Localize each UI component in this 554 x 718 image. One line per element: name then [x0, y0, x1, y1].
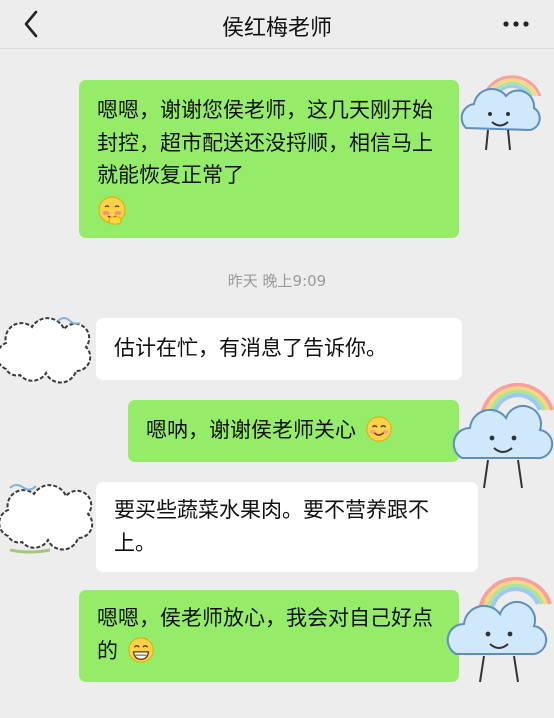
smile-emoji	[366, 416, 392, 442]
message-bubble-other[interactable]: 要买些蔬菜水果肉。要不营养跟不上。	[96, 482, 478, 572]
more-dots-icon[interactable]	[496, 8, 536, 40]
message-text: 嗯嗯，谢谢您侯老师，这几天刚开始封控，超市配送还没捋顺，相信马上就能恢复正常了	[97, 98, 433, 188]
cloud-outline-avatar[interactable]	[0, 313, 92, 389]
message-bubble-other[interactable]: 估计在忙，有消息了告诉你。	[96, 318, 462, 380]
message-text: 估计在忙，有消息了告诉你。	[114, 336, 387, 360]
page-title: 侯红梅老师	[221, 16, 332, 41]
cloud-rainbow-avatar[interactable]	[452, 70, 544, 160]
timestamp: 昨天 晚上9:09	[227, 272, 327, 290]
cloud-outline-avatar[interactable]	[0, 478, 96, 556]
message-bubble-self[interactable]: 嗯嗯，谢谢您侯老师，这几天刚开始封控，超市配送还没捋顺，相信马上就能恢复正常了	[79, 80, 459, 238]
blush-emoji	[98, 196, 126, 225]
grin-emoji	[128, 636, 154, 663]
message-bubble-self[interactable]: 嗯嗯，侯老师放心，我会对自己好点的	[79, 590, 459, 682]
cloud-rainbow-avatar[interactable]	[452, 376, 554, 494]
cloud-rainbow-avatar[interactable]	[440, 568, 554, 686]
chat-header: 侯红梅老师	[0, 0, 554, 49]
message-text: 嗯呐，谢谢侯老师关心	[146, 418, 356, 442]
message-text: 要买些蔬菜水果肉。要不营养跟不上。	[114, 498, 429, 555]
message-bubble-self[interactable]: 嗯呐，谢谢侯老师关心	[128, 400, 459, 462]
